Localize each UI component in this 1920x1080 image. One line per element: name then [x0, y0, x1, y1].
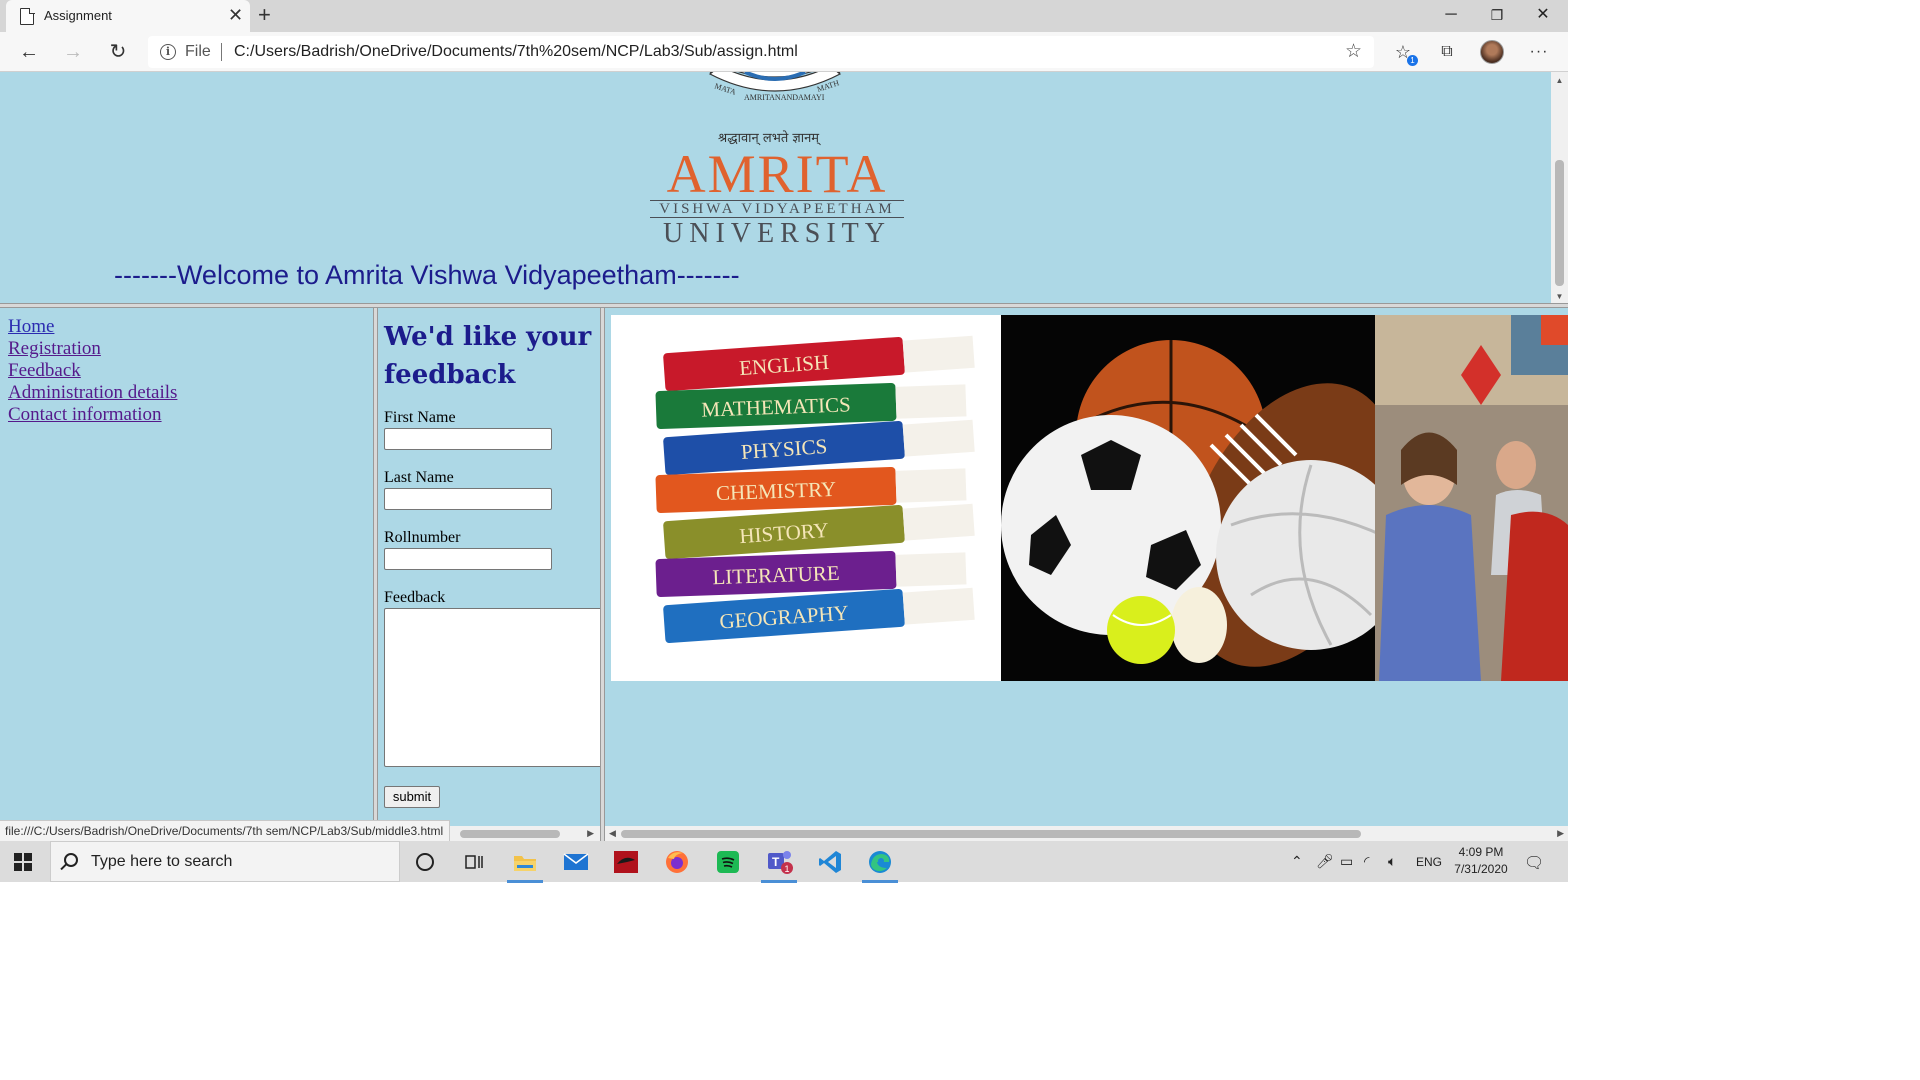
content-horizontal-scrollbar[interactable]: ◀ ▶: [605, 826, 1568, 841]
scrollbar-thumb[interactable]: [621, 830, 1361, 838]
status-url-bubble: file:///C:/Users/Badrish/OneDrive/Docume…: [0, 820, 451, 842]
logo-amrita: AMRITA: [666, 144, 888, 204]
scrollbar-thumb[interactable]: [460, 830, 560, 838]
file-explorer-icon[interactable]: [505, 846, 545, 883]
book-pages: [902, 503, 975, 541]
nav-links: Home Registration Feedback Administratio…: [0, 316, 177, 426]
firefox-icon[interactable]: [657, 846, 697, 878]
search-placeholder: Type here to search: [91, 853, 233, 870]
wifi-icon[interactable]: ◜: [1364, 853, 1369, 870]
link-administration-details[interactable]: Administration details: [0, 382, 177, 404]
header-frame: MATA AMRITANANDAMAYI MATH श्रद्धावान् लभ…: [0, 72, 1568, 305]
scheme-label: File: [185, 43, 211, 60]
spotify-icon[interactable]: [708, 846, 748, 878]
scroll-right-icon[interactable]: ▶: [587, 826, 594, 841]
last-name-input[interactable]: [384, 488, 552, 510]
teams-badge: 1: [785, 864, 790, 874]
logo-university: UNIVERSITY: [663, 218, 891, 249]
page-icon: [20, 7, 35, 25]
first-name-label: First Name: [384, 409, 456, 426]
task-view-icon[interactable]: [454, 846, 494, 878]
mail-icon[interactable]: [556, 846, 596, 878]
browser-toolbar: ← → ↻ i File C:/Users/Badrish/OneDrive/D…: [0, 32, 1568, 72]
scroll-down-icon[interactable]: ▼: [1551, 292, 1568, 301]
svg-text:T: T: [772, 855, 780, 869]
info-icon[interactable]: i: [160, 44, 176, 60]
banner-image: ENGLISHMATHEMATICSPHYSICSCHEMISTRYHISTOR…: [611, 315, 1568, 681]
header-vertical-scrollbar[interactable]: ▲ ▼: [1551, 72, 1568, 305]
feedback-textarea[interactable]: [384, 608, 600, 767]
close-window-button[interactable]: ✕: [1520, 0, 1566, 32]
back-button[interactable]: ←: [14, 38, 44, 66]
link-registration[interactable]: Registration: [0, 338, 177, 360]
address-separator: [221, 43, 222, 61]
volume-icon[interactable]: 🔈︎: [1388, 853, 1396, 870]
taskbar-clock[interactable]: 4:09 PM 7/31/2020: [1446, 844, 1516, 878]
book-pages: [895, 384, 967, 419]
svg-text:AMRITANANDAMAYI: AMRITANANDAMAYI: [744, 93, 825, 102]
taskbar-search-box[interactable]: Type here to search: [50, 841, 400, 882]
university-emblem: MATA AMRITANANDAMAYI MATH: [708, 72, 842, 102]
book-title: CHEMISTRY: [716, 477, 837, 505]
feedback-frame: We'd like your feedback First Name Last …: [378, 308, 600, 841]
scroll-left-icon[interactable]: ◀: [609, 826, 616, 841]
last-name-label: Last Name: [384, 469, 454, 486]
tab-strip: Assignment ✕ + ─ ❐ ✕: [0, 0, 1568, 32]
star-outline-icon[interactable]: ☆: [1345, 40, 1362, 63]
restore-button[interactable]: ❐: [1474, 0, 1520, 32]
new-tab-button[interactable]: +: [258, 3, 271, 27]
tab-assignment[interactable]: Assignment ✕: [6, 0, 250, 32]
teams-icon[interactable]: T1: [759, 846, 799, 883]
link-feedback[interactable]: Feedback: [0, 360, 177, 382]
refresh-button[interactable]: ↻: [103, 38, 133, 66]
rollnumber-label: Rollnumber: [384, 529, 461, 546]
scroll-up-icon[interactable]: ▲: [1551, 76, 1568, 85]
minimize-button[interactable]: ─: [1428, 0, 1474, 32]
first-name-input[interactable]: [384, 428, 552, 450]
notification-icon[interactable]: 🗨︎: [1524, 853, 1544, 873]
feedback-heading: We'd like your feedback: [384, 322, 592, 390]
windows-taskbar: Type here to search T1 ⌃ 🎤︎ ▭ ◜ 🔈︎ ENG 4…: [0, 841, 1568, 883]
menu-frame: Home Registration Feedback Administratio…: [0, 308, 373, 841]
link-contact-information[interactable]: Contact information: [0, 404, 177, 426]
book-pages: [895, 468, 967, 503]
scrollbar-thumb[interactable]: [1555, 160, 1564, 286]
submit-button[interactable]: submit: [384, 786, 440, 808]
book-pages: [902, 419, 975, 457]
feedback-label: Feedback: [384, 589, 446, 606]
vscode-icon[interactable]: [810, 846, 850, 878]
microphone-icon[interactable]: 🎤︎: [1316, 853, 1334, 870]
language-indicator[interactable]: ENG: [1416, 855, 1442, 869]
book-pages: [902, 335, 975, 373]
clock-date: 7/31/2020: [1454, 862, 1508, 876]
book-pages: [902, 587, 975, 625]
cortana-icon[interactable]: [405, 846, 445, 878]
collections-icon[interactable]: ⧉: [1434, 40, 1460, 66]
tab-close-icon[interactable]: ✕: [228, 5, 243, 25]
profile-avatar[interactable]: [1480, 40, 1504, 64]
windows-start-icon[interactable]: [14, 853, 32, 871]
logo-vishwa-vidyapeetham: VISHWA VIDYAPEETHAM: [650, 200, 904, 218]
clock-time: 4:09 PM: [1458, 845, 1504, 859]
more-icon[interactable]: ···: [1526, 40, 1552, 66]
url-text[interactable]: C:/Users/Badrish/OneDrive/Documents/7th%…: [234, 43, 798, 61]
content-frame: ENGLISH MATHEMATICS PHYSICS CHEMISTRY HISTOR…: [605, 308, 1568, 841]
favorites-icon[interactable]: ☆ 1: [1390, 40, 1418, 66]
rollnumber-input[interactable]: [384, 548, 552, 570]
search-icon: [64, 853, 78, 867]
book-pages: [895, 552, 967, 587]
tab-title: Assignment: [44, 8, 112, 23]
favorites-badge: 1: [1407, 55, 1418, 66]
app-icon[interactable]: [606, 846, 646, 878]
welcome-banner: -------Welcome to Amrita Vishwa Vidyapee…: [114, 260, 740, 290]
edge-icon[interactable]: [860, 846, 900, 883]
battery-icon[interactable]: ▭: [1340, 853, 1353, 870]
book-title: LITERATURE: [712, 561, 840, 589]
address-bar[interactable]: i File C:/Users/Badrish/OneDrive/Documen…: [148, 36, 1374, 68]
scroll-right-icon[interactable]: ▶: [1557, 826, 1564, 841]
forward-button[interactable]: →: [58, 38, 88, 66]
show-hidden-icons-icon[interactable]: ⌃: [1291, 853, 1303, 870]
link-home[interactable]: Home: [0, 316, 177, 338]
